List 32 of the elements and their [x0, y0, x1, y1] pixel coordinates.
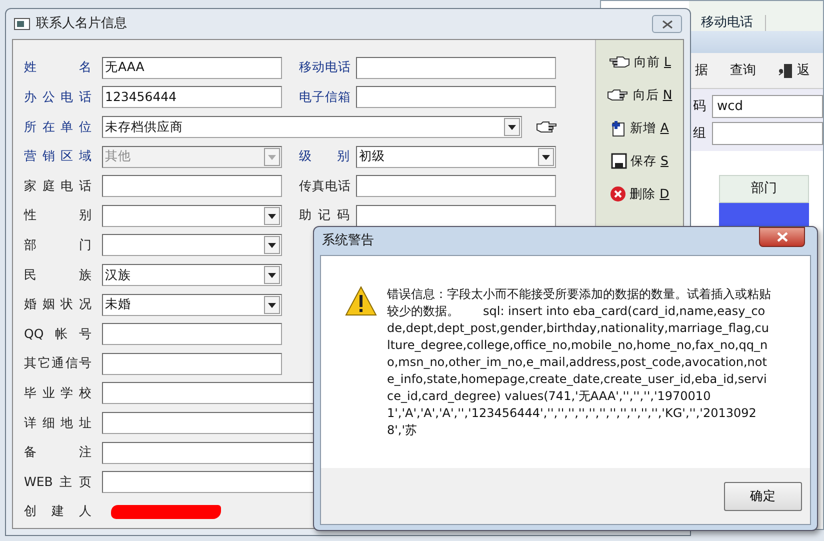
field-label: 家庭电话 — [24, 176, 92, 195]
field-label: 电子信箱 — [299, 88, 350, 106]
dropdown-value: 其他 — [105, 147, 131, 166]
window-title: 联系人名片信息 — [36, 15, 127, 34]
field-label: QQ帐号 — [24, 324, 92, 343]
field-label: WEB主页 — [24, 472, 92, 491]
field-label: 级 别 — [299, 147, 350, 166]
field-label: 创 建 人 — [24, 502, 92, 520]
field-label: 部 门 — [24, 236, 92, 254]
field-label: 传真电话 — [299, 176, 350, 195]
error-message: 错误信息：字段太小而不能接受所要添加的数据的数量。试着插入或粘贴较少的数据。 sql: insert into eba_card(card_id,name,easy_code,dept,dept_post,gender,birthday,nationality,marriage_flag,culture_degree,college,office_no,mobile_no,home_no,fax_no,qq_no,msn_no,other_im_no,e_mail,address,post_code,avocation,note_info,state,homepage,create_date,create_user_id,eba_id,service_id,card_degree) values(741,'无AAA','','','','19700101','A','A','A','','123456444','','','','','','','','','','','','KG','','20130928','苏 — [387, 286, 772, 439]
dropdown-value: 汉族 — [105, 266, 131, 284]
field-label: 姓 名 — [24, 58, 92, 76]
field-label: 毕业学校 — [24, 384, 92, 402]
field-label: 详细地址 — [24, 414, 92, 432]
field-label: 性 别 — [24, 206, 92, 224]
dialog-title: 系统警告 — [322, 232, 374, 250]
field-label: 所在单位 — [24, 118, 92, 136]
field-label: 助 记 码 — [299, 206, 350, 224]
column-header: 部门 — [719, 175, 809, 203]
dropdown-value: 未婚 — [105, 295, 131, 314]
dropdown-value: 初级 — [359, 147, 385, 166]
field-label: 办公电话 — [24, 88, 92, 106]
field-label: 备 注 — [24, 443, 92, 462]
field-label: 移动电话 — [299, 58, 350, 76]
field-label: 婚姻状况 — [24, 295, 92, 314]
field-label: 营销区域 — [24, 147, 92, 166]
dropdown-value: 未存档供应商 — [105, 118, 183, 136]
field-label: 其它通信号 — [24, 354, 92, 372]
field-label: 码 — [693, 98, 706, 116]
field-label: 组 — [693, 124, 706, 143]
field-label: 民 族 — [24, 266, 92, 284]
